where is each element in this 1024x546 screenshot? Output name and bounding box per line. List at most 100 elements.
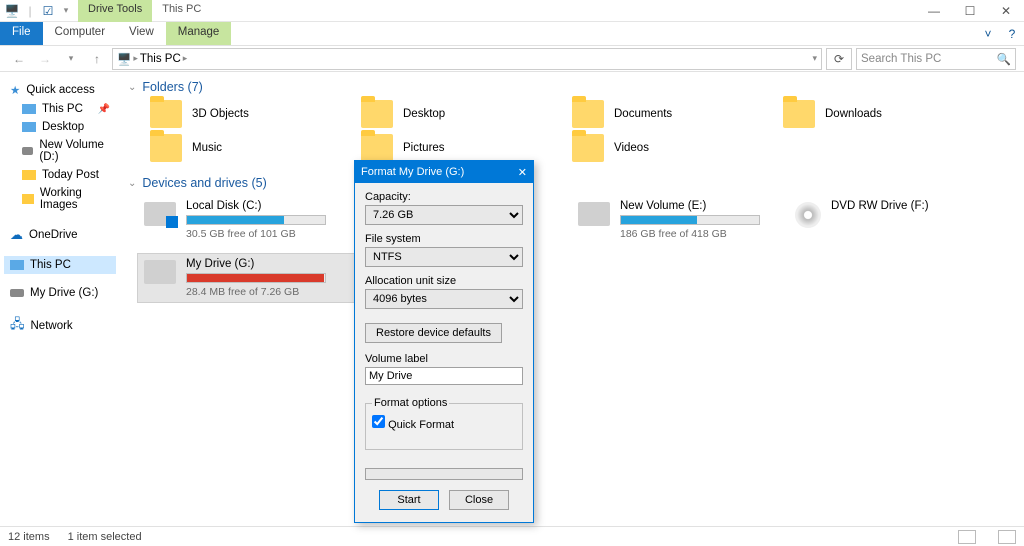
sidebar-this-pc[interactable]: This PC <box>4 256 116 274</box>
star-icon: ★ <box>10 83 20 97</box>
chevron-down-icon: ⌄ <box>128 82 136 93</box>
qat-dropdown-icon[interactable]: ▾ <box>58 3 74 19</box>
sidebar-today[interactable]: Today Post <box>4 166 116 184</box>
folder-icon <box>150 134 182 162</box>
drive-icon <box>578 202 610 226</box>
address-dropdown-icon[interactable]: ▾ <box>812 53 817 64</box>
forward-button[interactable]: → <box>34 48 56 70</box>
recent-dropdown[interactable]: ▾ <box>60 48 82 70</box>
start-button[interactable]: Start <box>379 490 439 510</box>
sidebar-desktop[interactable]: Desktop <box>4 118 116 136</box>
refresh-button[interactable]: ⟳ <box>826 48 852 70</box>
ribbon-collapse-icon[interactable]: ˅ <box>976 22 1000 45</box>
folder-icon <box>572 100 604 128</box>
folder-downloads[interactable]: Downloads <box>783 100 994 128</box>
section-drives-header[interactable]: ⌄Devices and drives (5) <box>120 172 1024 194</box>
help-icon[interactable]: ? <box>1000 22 1024 45</box>
sidebar-quick-access[interactable]: ★Quick access <box>4 80 116 100</box>
sidebar-working[interactable]: Working Images <box>4 184 116 214</box>
capacity-bar <box>620 215 760 225</box>
folder-icon <box>572 134 604 162</box>
sidebar-thispc-pin[interactable]: This PC📌 <box>4 100 116 118</box>
chevron-down-icon: ⌄ <box>128 178 136 189</box>
os-drive-icon <box>144 202 176 226</box>
cloud-icon: ☁ <box>10 227 23 243</box>
contextual-tab-label: Drive Tools <box>78 0 152 22</box>
status-item-count: 12 items <box>8 531 50 543</box>
format-dialog: Format My Drive (G:) ✕ Capacity: 7.26 GB… <box>354 160 534 523</box>
pin-icon: 📌 <box>98 104 110 115</box>
section-folders-header[interactable]: ⌄Folders (7) <box>120 76 1024 98</box>
tab-file[interactable]: File <box>0 22 43 45</box>
close-button[interactable]: ✕ <box>988 0 1024 22</box>
tab-computer[interactable]: Computer <box>43 22 118 45</box>
close-button[interactable]: Close <box>449 490 509 510</box>
dialog-close-icon[interactable]: ✕ <box>518 166 527 179</box>
allocation-label: Allocation unit size <box>365 275 523 287</box>
dialog-title: Format My Drive (G:) <box>361 166 464 178</box>
network-icon: 🖧 <box>10 315 25 337</box>
pc-icon <box>22 104 36 114</box>
status-bar: 12 items 1 item selected <box>0 526 1024 546</box>
breadcrumb-thispc[interactable]: This PC <box>140 53 181 65</box>
minimize-button[interactable]: — <box>916 0 952 22</box>
drive-newvol-e[interactable]: New Volume (E:) 186 GB free of 418 GB <box>572 196 789 244</box>
dialog-title-bar[interactable]: Format My Drive (G:) ✕ <box>355 161 533 183</box>
pc-icon: 🖥️ <box>117 52 131 66</box>
quick-format-checkbox[interactable]: Quick Format <box>372 415 516 431</box>
view-large-icons-button[interactable] <box>998 530 1016 544</box>
folder-icon <box>361 100 393 128</box>
search-input[interactable]: Search This PC 🔍 <box>856 48 1016 70</box>
filesystem-select[interactable]: NTFS <box>365 247 523 267</box>
drive-mydrive-g[interactable]: My Drive (G:) 28.4 MB free of 7.26 GB <box>138 254 355 302</box>
app-icon: 🖥️ <box>4 3 20 19</box>
allocation-select[interactable]: 4096 bytes <box>365 289 523 309</box>
dvd-icon <box>795 202 821 228</box>
breadcrumb[interactable]: 🖥️ ▸ This PC ▸ ▾ <box>112 48 822 70</box>
drive-icon <box>22 147 33 155</box>
drive-icon <box>144 260 176 284</box>
folder-icon <box>150 100 182 128</box>
folder-music[interactable]: Music <box>150 134 361 162</box>
volume-label-label: Volume label <box>365 353 523 365</box>
window-title: This PC <box>152 0 211 22</box>
filesystem-label: File system <box>365 233 523 245</box>
up-button[interactable]: ↑ <box>86 48 108 70</box>
view-details-button[interactable] <box>958 530 976 544</box>
folder-3d-objects[interactable]: 3D Objects <box>150 100 361 128</box>
content-pane: ⌄Folders (7) 3D Objects Desktop Document… <box>120 72 1024 526</box>
drive-local-c[interactable]: Local Disk (C:) 30.5 GB free of 101 GB <box>138 196 355 244</box>
address-bar: ← → ▾ ↑ 🖥️ ▸ This PC ▸ ▾ ⟳ Search This P… <box>0 46 1024 72</box>
tab-view[interactable]: View <box>117 22 166 45</box>
format-options-group: Format options Quick Format <box>365 397 523 450</box>
restore-defaults-button[interactable]: Restore device defaults <box>365 323 502 343</box>
folder-documents[interactable]: Documents <box>572 100 783 128</box>
desktop-icon <box>22 122 36 132</box>
folder-icon <box>783 100 815 128</box>
format-progress-bar <box>365 468 523 480</box>
capacity-bar <box>186 273 326 283</box>
navigation-pane: ★Quick access This PC📌 Desktop New Volum… <box>0 72 120 526</box>
folder-videos[interactable]: Videos <box>572 134 783 162</box>
volume-label-input[interactable] <box>365 367 523 385</box>
back-button[interactable]: ← <box>8 48 30 70</box>
folder-icon <box>361 134 393 162</box>
capacity-bar <box>186 215 326 225</box>
sidebar-onedrive[interactable]: ☁OneDrive <box>4 224 116 246</box>
folder-desktop[interactable]: Desktop <box>361 100 572 128</box>
drive-dvd-f[interactable]: DVD RW Drive (F:) <box>789 196 1006 244</box>
sidebar-network[interactable]: 🖧Network <box>4 312 116 340</box>
format-options-label: Format options <box>372 397 449 409</box>
folder-icon <box>22 194 34 204</box>
sidebar-mydrive[interactable]: My Drive (G:) <box>4 284 116 302</box>
capacity-select[interactable]: 7.26 GB <box>365 205 523 225</box>
folder-pictures[interactable]: Pictures <box>361 134 572 162</box>
maximize-button[interactable]: ☐ <box>952 0 988 22</box>
ribbon-tabs: File Computer View Manage ˅ ? <box>0 22 1024 46</box>
sidebar-newvol[interactable]: New Volume (D:) <box>4 136 116 166</box>
tab-manage[interactable]: Manage <box>166 22 232 45</box>
qat-properties-icon[interactable]: ☑ <box>40 3 56 19</box>
pc-icon <box>10 260 24 270</box>
title-bar: 🖥️ | ☑ ▾ Drive Tools This PC — ☐ ✕ <box>0 0 1024 22</box>
capacity-label: Capacity: <box>365 191 523 203</box>
